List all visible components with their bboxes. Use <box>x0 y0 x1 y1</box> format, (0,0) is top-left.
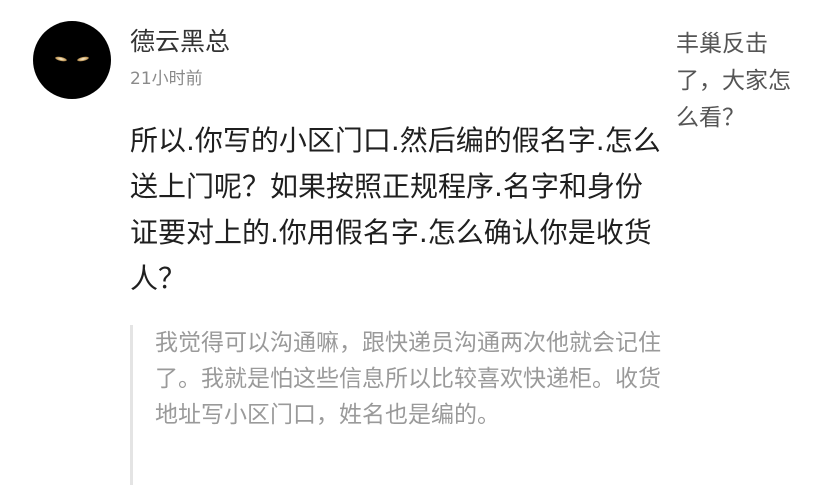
avatar[interactable] <box>33 21 111 99</box>
quoted-reply[interactable]: 我觉得可以沟通嘛，跟快递员沟通两次他就会记住了。我就是怕这些信息所以比较喜欢快递… <box>130 325 670 485</box>
comment-text: 所以.你写的小区门口.然后编的假名字.怎么送上门呢？如果按照正规程序.名字和身份… <box>130 124 661 295</box>
post-title[interactable]: 丰巢反击了，大家怎么看？ <box>676 26 796 137</box>
comment-username[interactable]: 德云黑总 <box>130 26 230 58</box>
comment-timestamp: 21小时前 <box>130 69 203 89</box>
avatar-eye-left <box>54 55 68 63</box>
quoted-reply-text: 我觉得可以沟通嘛，跟快递员沟通两次他就会记住了。我就是怕这些信息所以比较喜欢快递… <box>155 330 661 428</box>
avatar-eye-right <box>76 55 90 63</box>
